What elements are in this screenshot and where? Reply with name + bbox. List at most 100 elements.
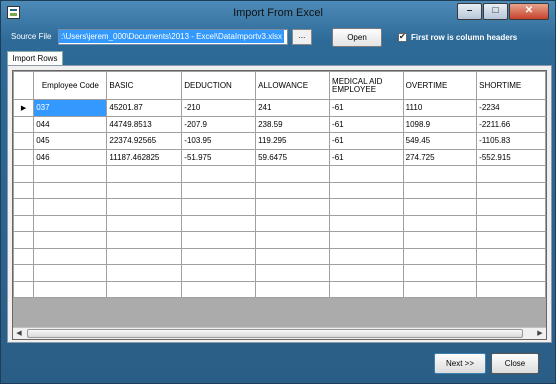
grid-cell[interactable] (476, 280, 546, 298)
empty-row[interactable] (13, 214, 546, 232)
grid-cell[interactable] (255, 280, 331, 298)
empty-row[interactable] (13, 280, 546, 298)
grid-cell[interactable]: -552.915 (476, 148, 546, 166)
close-window-button[interactable]: ✕ (509, 3, 549, 20)
first-row-headers-checkbox[interactable] (398, 32, 407, 42)
grid-cell[interactable]: -61 (329, 148, 404, 166)
grid-cell[interactable] (329, 264, 404, 282)
grid-cell[interactable] (402, 165, 478, 183)
next-button[interactable]: Next >> (434, 353, 486, 374)
grid-cell[interactable]: 59.6475 (255, 148, 331, 166)
grid-cell[interactable]: 119.295 (255, 132, 331, 150)
empty-row[interactable] (13, 198, 546, 216)
row-selector[interactable] (13, 280, 35, 298)
empty-row[interactable] (13, 231, 546, 249)
grid-cell[interactable] (33, 165, 108, 183)
source-file-input[interactable]: :\Users\jerem_000\Documents\2013 - Excel… (58, 29, 288, 45)
grid-cell[interactable] (181, 280, 257, 298)
grid-cell[interactable]: 549.45 (402, 132, 478, 150)
grid-cell[interactable]: 238.59 (255, 115, 331, 133)
grid-cell[interactable]: 44749.8513 (106, 115, 183, 133)
grid-cell[interactable] (33, 264, 108, 282)
grid-cell[interactable] (33, 181, 108, 199)
row-selector[interactable] (13, 231, 35, 249)
row-selector[interactable] (13, 214, 35, 232)
grid-cell[interactable] (255, 214, 331, 232)
row-selector[interactable] (13, 148, 35, 166)
row-selector[interactable] (13, 115, 35, 133)
grid-cell[interactable] (329, 214, 404, 232)
minimize-button[interactable]: – (457, 3, 482, 20)
grid-cell[interactable] (33, 247, 108, 265)
empty-row[interactable] (13, 181, 546, 199)
grid-cell[interactable] (181, 181, 257, 199)
row-selector[interactable] (13, 132, 35, 150)
horizontal-scrollbar[interactable]: ◀ ▶ (13, 327, 546, 339)
grid-cell[interactable] (106, 231, 183, 249)
grid-cell[interactable] (402, 264, 478, 282)
grid-cell[interactable] (106, 165, 183, 183)
grid-cell[interactable] (181, 231, 257, 249)
grid-cell[interactable]: 11187.462825 (106, 148, 183, 166)
grid-cell[interactable] (329, 181, 404, 199)
row-selector[interactable] (13, 264, 35, 282)
grid-cell[interactable] (402, 247, 478, 265)
column-header[interactable]: BASIC (106, 71, 183, 100)
grid-cell[interactable] (106, 247, 183, 265)
column-header[interactable]: MEDICAL AID EMPLOYEE (329, 71, 404, 100)
grid-cell[interactable] (33, 231, 108, 249)
column-header[interactable]: ALLOWANCE (255, 71, 331, 100)
scroll-right-icon[interactable]: ▶ (534, 328, 546, 339)
table-row[interactable]: 044 44749.8513 -207.9 238.59 -61 1098.9 … (13, 115, 546, 133)
grid-cell[interactable]: -61 (329, 132, 404, 150)
empty-row[interactable] (13, 247, 546, 265)
row-selector[interactable] (13, 165, 35, 183)
grid-cell[interactable]: -103.95 (181, 132, 257, 150)
grid-cell[interactable] (106, 264, 183, 282)
grid-cell[interactable] (476, 181, 546, 199)
grid-cell[interactable] (476, 165, 546, 183)
column-header[interactable]: OVERTIME (402, 71, 478, 100)
grid-cell[interactable] (402, 198, 478, 216)
data-grid[interactable]: Employee Code BASIC DEDUCTION ALLOWANCE … (12, 70, 547, 340)
grid-cell[interactable] (255, 231, 331, 249)
table-row[interactable]: 046 11187.462825 -51.975 59.6475 -61 274… (13, 148, 546, 166)
grid-cell[interactable] (33, 198, 108, 216)
grid-cell[interactable]: -2211.66 (476, 115, 546, 133)
grid-cell[interactable] (106, 181, 183, 199)
grid-cell[interactable] (106, 198, 183, 216)
empty-row[interactable] (13, 165, 546, 183)
grid-cell[interactable]: 045 (33, 132, 108, 150)
column-header[interactable]: SHORTIME (476, 71, 546, 100)
grid-cell[interactable]: -210 (181, 99, 257, 117)
grid-cell[interactable] (476, 247, 546, 265)
grid-cell[interactable] (329, 280, 404, 298)
browse-button[interactable]: ... (292, 29, 312, 45)
grid-cell[interactable] (181, 198, 257, 216)
grid-cell[interactable] (476, 231, 546, 249)
grid-cell[interactable]: 1110 (402, 99, 478, 117)
grid-cell[interactable]: 1098.9 (402, 115, 478, 133)
grid-cell[interactable] (181, 214, 257, 232)
grid-cell[interactable] (255, 247, 331, 265)
grid-cell[interactable]: 22374.92565 (106, 132, 183, 150)
column-header[interactable]: Employee Code (33, 71, 108, 100)
row-selector[interactable] (13, 247, 35, 265)
grid-cell[interactable] (255, 198, 331, 216)
grid-cell[interactable] (255, 165, 331, 183)
grid-cell[interactable] (33, 280, 108, 298)
title-bar[interactable]: Import From Excel – □ ✕ (1, 1, 555, 25)
grid-cell[interactable]: 046 (33, 148, 108, 166)
grid-cell[interactable] (106, 214, 183, 232)
grid-cell[interactable] (476, 198, 546, 216)
grid-cell[interactable] (255, 264, 331, 282)
grid-cell[interactable]: -2234 (476, 99, 546, 117)
row-selector[interactable] (13, 181, 35, 199)
grid-cell[interactable] (402, 231, 478, 249)
table-row[interactable]: 045 22374.92565 -103.95 119.295 -61 549.… (13, 132, 546, 150)
tab-import-rows[interactable]: Import Rows (7, 51, 63, 66)
grid-cell[interactable] (181, 165, 257, 183)
grid-cell[interactable] (402, 214, 478, 232)
grid-cell[interactable]: 037 (33, 99, 108, 117)
grid-cell[interactable] (329, 231, 404, 249)
